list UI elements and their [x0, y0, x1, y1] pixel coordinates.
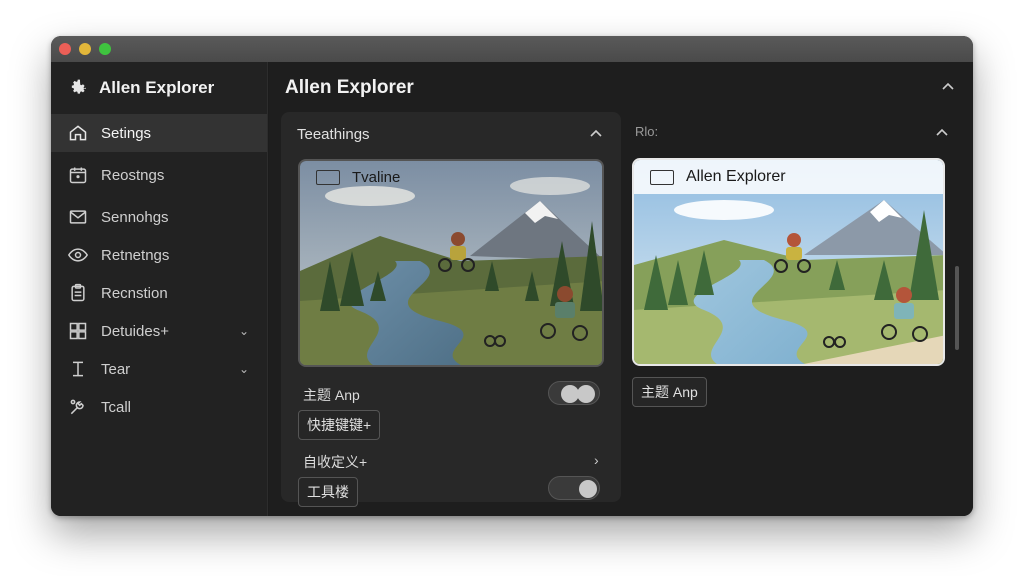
grid-icon — [67, 320, 89, 342]
theme-toggle[interactable] — [548, 381, 600, 405]
collapse-icon[interactable] — [589, 127, 603, 141]
sidebar-item-tear[interactable]: Tear ⌄ — [51, 350, 267, 388]
sidebar-item-tcall[interactable]: Tcall — [51, 388, 267, 426]
sidebar: Allen Explorer Setings Reostngs Sennohgs… — [51, 62, 268, 516]
image-card-title: Allen Explorer — [686, 168, 786, 185]
collapse-icon[interactable] — [935, 126, 949, 140]
main-content: Allen Explorer Teeathings Tvaline 主题 Anp… — [269, 62, 973, 516]
sidebar-item-label: Detuides+ — [101, 322, 169, 340]
tools-icon — [67, 396, 89, 418]
sidebar-item-detuides[interactable]: Detuides+ ⌄ — [51, 312, 267, 350]
eye-icon — [67, 244, 89, 266]
shortcut-chip[interactable]: 快捷键键+ — [298, 410, 381, 440]
sidebar-item-label: Reostngs — [101, 166, 165, 184]
home-icon — [67, 122, 89, 144]
close-window-button[interactable] — [59, 43, 71, 55]
collapse-icon[interactable] — [941, 80, 955, 94]
sidebar-item-retnetngs[interactable]: Retnetngs — [51, 236, 267, 274]
customize-label: 自收定义+ — [303, 454, 368, 470]
sidebar-app-title: Allen Explorer — [99, 78, 215, 97]
sidebar-item-recnstion[interactable]: Recnstion — [51, 274, 267, 312]
sidebar-item-label: Setings — [101, 124, 152, 142]
window-icon — [316, 170, 340, 185]
chevron-right-icon[interactable]: › — [594, 452, 599, 468]
sidebar-item-label: Recnstion — [101, 284, 168, 302]
left-panel: Teeathings Tvaline 主题 Anp 快捷键键+ 自收定义+ › … — [281, 112, 621, 507]
toggle-knob — [577, 385, 595, 403]
left-panel-title: Teeathings — [297, 125, 370, 143]
landscape-image-card[interactable]: Tvaline — [298, 159, 604, 367]
chevron-down-icon[interactable]: ⌄ — [239, 324, 249, 338]
window-icon — [650, 169, 674, 185]
right-panel-title: Rlo: — [635, 124, 659, 139]
theme-label: 主题 Anp — [303, 387, 360, 403]
sidebar-item-label: Tcall — [101, 398, 132, 416]
sidebar-item-label: Sennohgs — [101, 208, 169, 226]
minimize-window-button[interactable] — [79, 43, 91, 55]
toolbar-chip[interactable]: 工具楼 — [298, 477, 358, 507]
main-header: Allen Explorer — [269, 62, 973, 114]
image-card-title: Tvaline — [352, 169, 401, 186]
chevron-down-icon[interactable]: ⌄ — [239, 362, 249, 376]
theme-chip[interactable]: 主题 Anp — [632, 377, 707, 407]
sidebar-item-label: Retnetngs — [101, 246, 170, 264]
landscape-illustration — [300, 161, 602, 365]
mail-icon — [67, 206, 89, 228]
maximize-window-button[interactable] — [99, 43, 111, 55]
sidebar-item-label: Tear — [101, 360, 131, 378]
text-cursor-icon — [67, 358, 89, 380]
sidebar-item-sennohgs[interactable]: Sennohgs — [51, 198, 267, 236]
sidebar-item-setings[interactable]: Setings — [51, 114, 267, 152]
toggle-knob — [579, 480, 597, 498]
clipboard-icon — [67, 282, 89, 304]
scrollbar-thumb[interactable] — [955, 266, 959, 350]
calendar-icon — [67, 164, 89, 186]
page-title: Allen Explorer — [285, 77, 414, 98]
gear-icon[interactable] — [67, 77, 89, 99]
sidebar-item-reostngs[interactable]: Reostngs — [51, 156, 267, 194]
image-card-label: Tvaline — [316, 169, 400, 186]
app-window: Allen Explorer Setings Reostngs Sennohgs… — [51, 36, 973, 516]
toolbar-toggle[interactable] — [548, 476, 600, 500]
sidebar-header: Allen Explorer — [51, 62, 267, 114]
left-panel-header: Teeathings — [281, 112, 621, 156]
image-card-label: Allen Explorer — [634, 160, 943, 194]
landscape-preview-card[interactable]: Allen Explorer — [632, 158, 945, 366]
title-bar — [51, 36, 973, 62]
